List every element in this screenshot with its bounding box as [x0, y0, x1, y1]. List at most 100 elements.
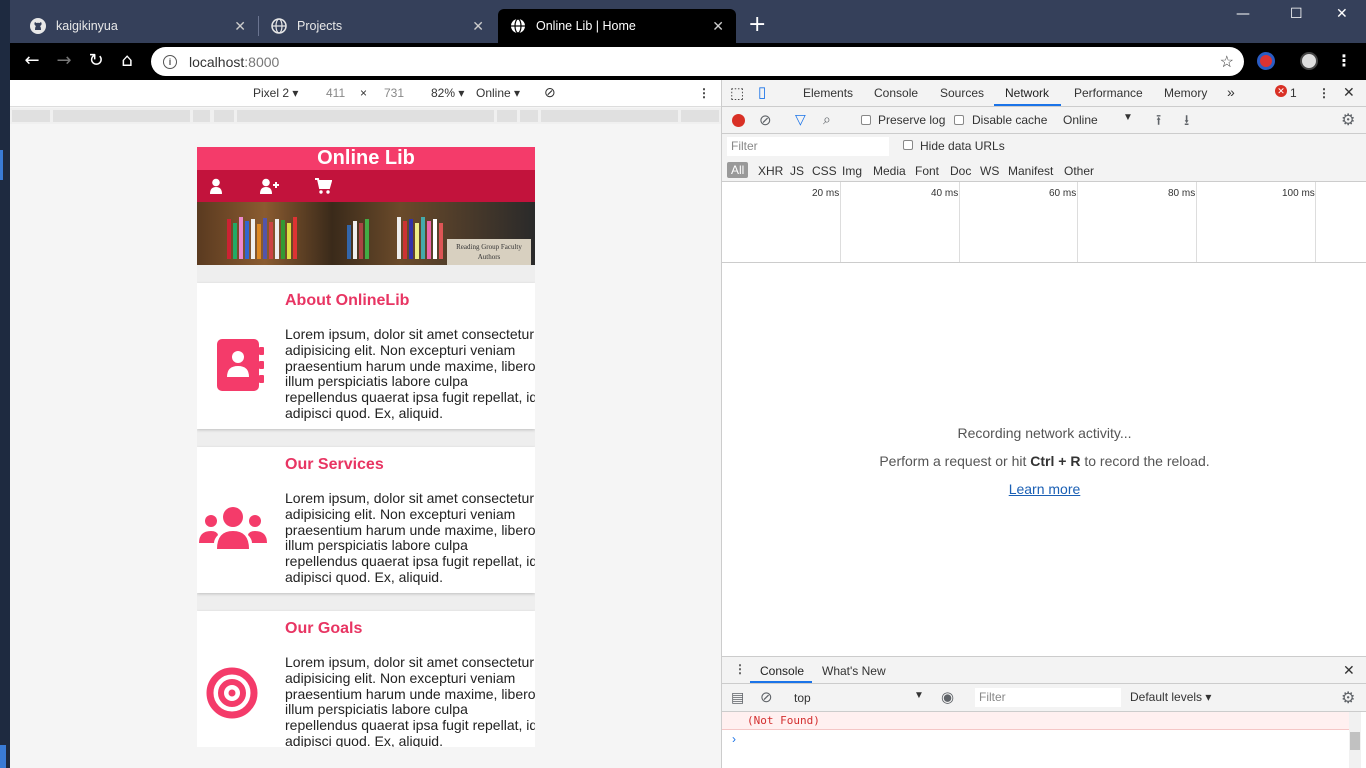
type-ws[interactable]: WS [980, 164, 999, 178]
eye-icon[interactable]: ◉ [941, 688, 954, 706]
filter-icon[interactable]: ▽ [795, 111, 806, 128]
devtools-panel: ⬚ ▯ Elements Console Sources Network Per… [721, 80, 1366, 768]
gear-icon[interactable]: ⚙ [1341, 688, 1355, 708]
recording-message: Recording network activity... [957, 425, 1132, 441]
globe-icon [271, 18, 287, 34]
tab-elements[interactable]: Elements [803, 86, 853, 100]
type-img[interactable]: Img [842, 164, 862, 178]
tab-performance[interactable]: Performance [1074, 86, 1143, 100]
type-other[interactable]: Other [1064, 164, 1094, 178]
tab-projects[interactable]: Projects ✕ [259, 9, 496, 43]
tab-console[interactable]: Console [874, 86, 918, 100]
new-tab-button[interactable]: + [748, 14, 766, 36]
sidebar-toggle-icon[interactable]: ▤ [731, 689, 744, 706]
type-all[interactable]: All [727, 162, 749, 178]
device-toggle-icon[interactable]: ▯ [758, 83, 766, 101]
record-icon[interactable] [732, 114, 745, 127]
throttle-select[interactable]: Online ▾ [476, 86, 520, 100]
tab-whats-new[interactable]: What's New [822, 664, 886, 678]
download-icon[interactable]: ⭳ [1184, 110, 1189, 135]
tab-title: kaigikinyua [56, 19, 118, 33]
drawer-menu-icon[interactable]: ⋮ [734, 662, 746, 676]
more-vert-icon[interactable]: ⋮ [1336, 51, 1352, 70]
type-font[interactable]: Font [915, 164, 939, 178]
search-icon[interactable]: ⌕ [823, 111, 831, 128]
hide-data-urls-label: Hide data URLs [920, 139, 1005, 153]
tab-network[interactable]: Network [1005, 86, 1049, 100]
maximize-icon[interactable]: ☐ [1290, 6, 1303, 22]
more-tabs-icon[interactable]: » [1227, 84, 1235, 100]
disable-cache-checkbox[interactable] [954, 115, 964, 125]
type-doc[interactable]: Doc [950, 164, 971, 178]
forward-button[interactable]: → [52, 50, 76, 72]
hide-data-urls-checkbox[interactable] [903, 140, 913, 150]
context-select[interactable]: top [794, 691, 811, 705]
close-icon[interactable]: ✕ [234, 18, 246, 35]
network-overview[interactable]: 20 ms 40 ms 60 ms 80 ms 100 ms [722, 182, 1366, 263]
rotate-icon[interactable]: ⊘ [544, 84, 556, 101]
back-button[interactable]: ← [20, 50, 44, 72]
device-select[interactable]: Pixel 2 ▾ [253, 86, 298, 100]
error-icon[interactable]: ✕ [1275, 85, 1287, 97]
users-icon [199, 507, 267, 549]
close-icon[interactable]: ✕ [472, 18, 484, 35]
close-icon[interactable]: ✕ [712, 18, 724, 35]
user-icon[interactable] [207, 178, 225, 194]
card-services: Our Services Lorem ipsum, dolor sit amet… [197, 447, 535, 593]
url-host: localhost [189, 53, 245, 70]
reload-button[interactable]: ↻ [84, 50, 108, 72]
tab-drawer-console[interactable]: Console [760, 664, 804, 678]
address-bar[interactable]: i localhost:8000 ☆ [151, 47, 1244, 76]
media-query-ruler[interactable] [10, 108, 721, 124]
type-css[interactable]: CSS [812, 164, 837, 178]
globe-icon [510, 18, 526, 34]
type-js[interactable]: JS [790, 164, 804, 178]
levels-select[interactable]: Default levels ▾ [1130, 690, 1211, 704]
active-tab-indicator [994, 104, 1061, 106]
height-input[interactable]: 731 [384, 86, 404, 100]
home-button[interactable]: ⌂ [115, 50, 139, 72]
tab-memory[interactable]: Memory [1164, 86, 1207, 100]
taskbar-accent-bottom [0, 745, 6, 768]
tab-sources[interactable]: Sources [940, 86, 984, 100]
extension-icon[interactable] [1257, 52, 1275, 70]
tab-online-lib[interactable]: Online Lib | Home ✕ [498, 9, 736, 43]
tick-label: 60 ms [1049, 188, 1077, 199]
type-media[interactable]: Media [873, 164, 906, 178]
star-icon[interactable]: ☆ [1220, 52, 1234, 72]
user-plus-icon[interactable] [258, 178, 280, 194]
error-count[interactable]: 1 [1290, 86, 1297, 100]
upload-icon[interactable]: ⭱ [1156, 110, 1161, 135]
minimize-icon[interactable]: — [1236, 6, 1250, 22]
clear-icon[interactable]: ⊘ [760, 688, 773, 706]
chevron-down-icon: ▼ [914, 690, 924, 701]
preserve-log-checkbox[interactable] [861, 115, 871, 125]
avatar[interactable] [1300, 52, 1318, 70]
console-prompt[interactable]: › [732, 732, 736, 746]
console-error-message: (Not Found) [722, 712, 1350, 730]
close-icon[interactable]: ✕ [1343, 84, 1355, 101]
card-about: About OnlineLib Lorem ipsum, dolor sit a… [197, 283, 535, 429]
info-icon[interactable]: i [163, 54, 177, 69]
type-manifest[interactable]: Manifest [1008, 164, 1053, 178]
cart-icon[interactable] [314, 178, 332, 194]
learn-more-link[interactable]: Learn more [1009, 481, 1081, 497]
type-xhr[interactable]: XHR [758, 164, 783, 178]
console-scrollbar[interactable] [1349, 712, 1361, 768]
gear-icon[interactable]: ⚙ [1341, 110, 1355, 130]
devtools-tabbar: ⬚ ▯ Elements Console Sources Network Per… [722, 80, 1366, 107]
inspect-icon[interactable]: ⬚ [730, 84, 744, 102]
tab-kaigikinyua[interactable]: kaigikinyua ✕ [18, 9, 258, 43]
close-icon[interactable]: ✕ [1343, 662, 1355, 679]
more-vert-icon[interactable]: ⋮ [1318, 86, 1330, 100]
browser-toolbar: ← → ↻ ⌂ i localhost:8000 ☆ ⋮ [10, 43, 1366, 80]
throttle-select[interactable]: Online [1063, 113, 1098, 127]
zoom-select[interactable]: 82% ▾ [431, 86, 464, 100]
console-filter-input[interactable]: Filter [975, 688, 1121, 707]
filter-input[interactable]: Filter [727, 137, 889, 156]
width-input[interactable]: 411 [326, 86, 345, 100]
hero-sign: Reading Group Faculty Authors [447, 239, 531, 265]
clear-icon[interactable]: ⊘ [759, 111, 772, 129]
window-close-icon[interactable]: ✕ [1336, 6, 1348, 22]
more-vert-icon[interactable]: ⋮ [698, 86, 710, 100]
